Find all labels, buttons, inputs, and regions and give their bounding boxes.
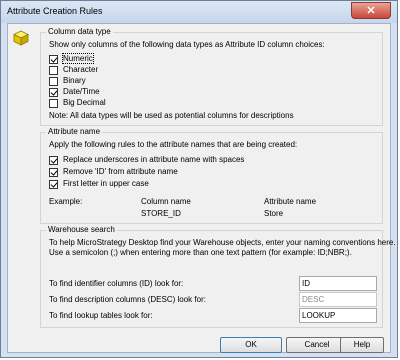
binary-checkbox[interactable] (49, 77, 58, 86)
title-bar[interactable]: Attribute Creation Rules ✕ (1, 1, 397, 23)
replace-underscores-checkbox[interactable] (49, 156, 58, 165)
numeric-label[interactable]: Numeric (62, 53, 94, 64)
dialog-body: Column data type Show only columns of th… (7, 23, 396, 353)
column-data-type-group: Column data type Show only columns of th… (40, 27, 383, 126)
warehouse-description-line1: To help MicroStrategy Desktop find your … (49, 238, 396, 247)
first-letter-upper-checkbox[interactable] (49, 180, 58, 189)
ok-button[interactable]: OK (220, 337, 282, 353)
date-time-label[interactable]: Date/Time (63, 87, 100, 96)
character-checkbox[interactable] (49, 66, 58, 75)
big-decimal-checkbox[interactable] (49, 99, 58, 108)
help-button[interactable]: Help (340, 337, 384, 353)
cube-icon (13, 30, 29, 46)
binary-label[interactable]: Binary (63, 76, 86, 85)
dialog-window: Attribute Creation Rules ✕ Column data t… (0, 0, 398, 358)
remove-id-checkbox[interactable] (49, 168, 58, 177)
column-data-type-note: Note: All data types will be used as pot… (49, 111, 294, 120)
attribute-name-description: Apply the following rules to the attribu… (49, 140, 298, 149)
character-label[interactable]: Character (63, 65, 98, 74)
example-label: Example: (49, 197, 83, 206)
attribute-name-group: Attribute name Apply the following rules… (40, 127, 383, 224)
cancel-button[interactable]: Cancel (286, 337, 348, 353)
replace-underscores-label[interactable]: Replace underscores in attribute name wi… (63, 155, 244, 164)
date-time-checkbox[interactable] (49, 88, 58, 97)
lookup-tables-label: To find lookup tables look for: (49, 311, 153, 320)
column-name-example: STORE_ID (141, 209, 181, 218)
lookup-tables-input[interactable]: LOOKUP (299, 308, 377, 323)
column-data-type-legend: Column data type (46, 27, 113, 36)
identifier-columns-label: To find identifier columns (ID) look for… (49, 279, 184, 288)
attribute-name-example: Store (264, 209, 284, 218)
attribute-name-header: Attribute name (264, 197, 317, 206)
identifier-columns-input[interactable]: ID (299, 276, 377, 291)
first-letter-upper-label[interactable]: First letter in upper case (63, 179, 149, 188)
remove-id-label[interactable]: Remove 'ID' from attribute name (63, 167, 178, 176)
column-data-type-description: Show only columns of the following data … (49, 40, 325, 49)
column-name-header: Column name (141, 197, 191, 206)
big-decimal-label[interactable]: Big Decimal (63, 98, 106, 107)
window-title: Attribute Creation Rules (7, 6, 103, 16)
warehouse-search-legend: Warehouse search (46, 225, 117, 234)
description-columns-input[interactable]: DESC (299, 292, 377, 307)
description-columns-label: To find description columns (DESC) look … (49, 295, 206, 304)
warehouse-search-group: Warehouse search To help MicroStrategy D… (40, 225, 396, 328)
warehouse-description-line2: Use a semicolon (;) when entering more t… (49, 248, 352, 257)
close-icon[interactable]: ✕ (351, 2, 391, 19)
numeric-checkbox[interactable] (49, 55, 58, 64)
attribute-name-legend: Attribute name (46, 127, 103, 136)
